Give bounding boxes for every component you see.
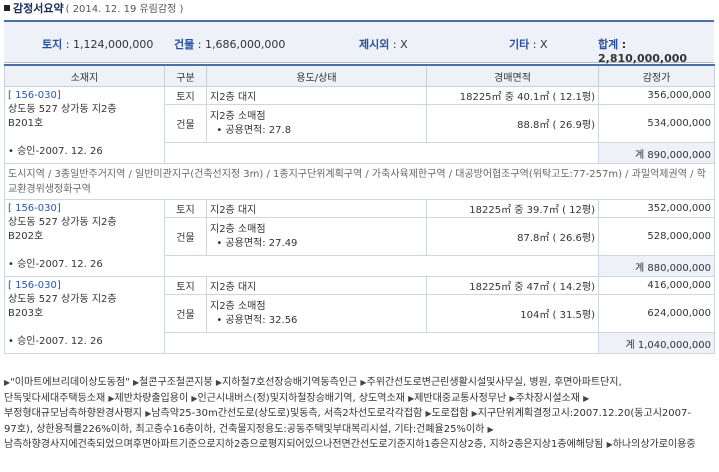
approval-date: • 승인-2007. 12. 26 <box>8 259 103 270</box>
subtotal-value: 계 1,040,000,000 <box>598 332 715 354</box>
col-price: 감정가 <box>598 64 715 87</box>
bullet-icon <box>4 5 10 11</box>
summary-extra: 제시외 : X <box>359 38 408 51</box>
location-code-link[interactable]: [ 156-030] <box>8 90 61 101</box>
location-code-link[interactable]: [ 156-030] <box>8 280 61 291</box>
col-type: 구분 <box>164 64 207 87</box>
triangle-icon: ▶ <box>583 393 590 403</box>
location-cell: [ 156-030] 상도동 527 상가동 지2층 B203호 • 승인-20… <box>4 276 165 354</box>
property-notes: ▶"이마트에브리데이상도동점" ▶철콘구조철콘지붕 ▶지하철7호선장승배기역동측… <box>4 377 696 450</box>
section-header: 감정서요약( 2014. 12. 19 유림감정 ) <box>0 0 719 18</box>
summary-box: 토지 : 1,124,000,000 건물 : 1,686,000,000 제시… <box>4 20 714 65</box>
summary-etc: 기타 : X <box>509 38 548 51</box>
triangle-icon: ▶ <box>487 424 494 434</box>
subtotal-value: 계 890,000,000 <box>598 142 715 164</box>
col-area: 경매면적 <box>426 64 599 87</box>
location-cell: [ 156-030] 상도동 527 상가동 지2층 B201호 • 승인-20… <box>4 86 165 164</box>
col-location: 소재지 <box>4 64 165 87</box>
summary-building: 건물 : 1,686,000,000 <box>174 38 286 51</box>
table-row: [ 156-030] 상도동 527 상가동 지2층 B202호 • 승인-20… <box>4 199 715 277</box>
summary-total: 합계 : 2,810,000,000 <box>598 38 688 65</box>
appraisal-table: 소재지 구분 용도/상태 경매면적 감정가 [ 156-030] 상도동 527… <box>4 64 715 354</box>
col-usage: 용도/상태 <box>206 64 427 87</box>
section-title: 감정서요약 <box>13 2 64 15</box>
location-cell: [ 156-030] 상도동 527 상가동 지2층 B202호 • 승인-20… <box>4 199 165 277</box>
approval-date: • 승인-2007. 12. 26 <box>8 336 103 347</box>
section-subtitle: ( 2014. 12. 19 유림감정 ) <box>65 4 184 15</box>
zoning-row: 도시지역 / 3종일반주거지역 / 일반미관지구(건축선지정 3m) / 1종지… <box>4 163 715 200</box>
zoning-text: 도시지역 / 3종일반주거지역 / 일반미관지구(건축선지정 3m) / 1종지… <box>4 163 715 200</box>
subtotal-value: 계 880,000,000 <box>598 255 715 277</box>
table-row: [ 156-030] 상도동 527 상가동 지2층 B201호 • 승인-20… <box>4 86 715 164</box>
table-header-row: 소재지 구분 용도/상태 경매면적 감정가 <box>4 64 715 87</box>
summary-land: 토지 : 1,124,000,000 <box>42 38 154 51</box>
table-row: [ 156-030] 상도동 527 상가동 지2층 B203호 • 승인-20… <box>4 276 715 354</box>
location-code-link[interactable]: [ 156-030] <box>8 203 61 214</box>
approval-date: • 승인-2007. 12. 26 <box>8 146 103 157</box>
